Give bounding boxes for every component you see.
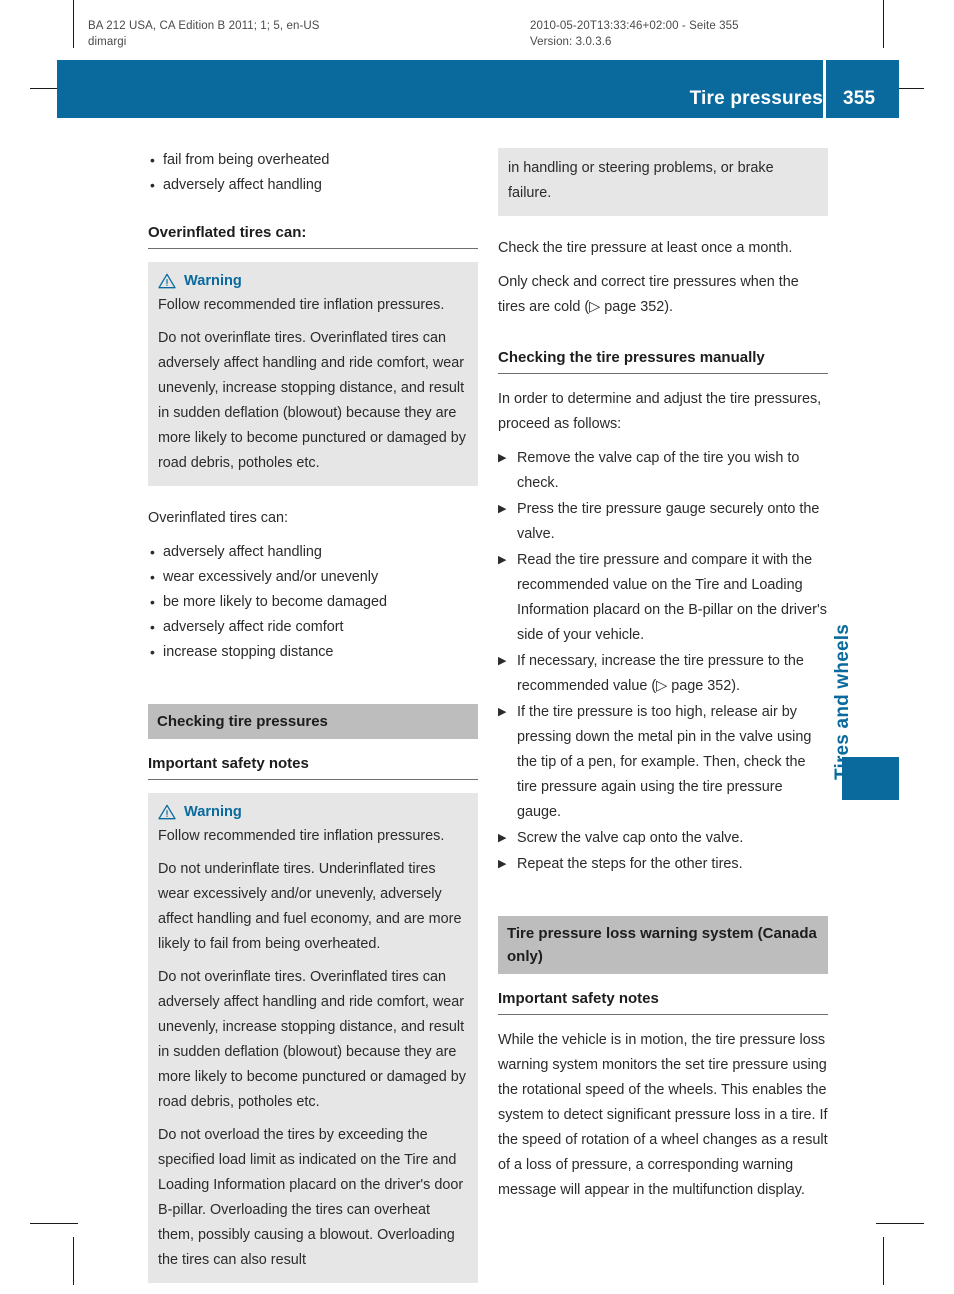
chapter-tab-marker xyxy=(842,757,899,800)
warning-paragraph: Do not underinflate tires. Underinflated… xyxy=(158,861,462,952)
list-item: wear excessively and/or unevenly xyxy=(148,565,478,590)
overinflated-bullet-list: adversely affect handling wear excessive… xyxy=(148,540,478,665)
list-item: Repeat the steps for the other tires. xyxy=(498,852,828,877)
page-title: Tire pressures xyxy=(689,88,823,109)
section-heading-tire-pressure-loss-warning-system: Tire pressure loss warning system (Canad… xyxy=(498,916,828,974)
print-meta-edition: BA 212 USA, CA Edition B 2011; 1; 5, en-… xyxy=(88,20,320,32)
crop-mark-bottom-left-horizontal xyxy=(30,1223,78,1224)
warning-title: Warning xyxy=(184,804,242,820)
body-paragraph: While the vehicle is in motion, the tire… xyxy=(498,1032,828,1198)
warning-box-overinflated: Warning Follow recommended tire inflatio… xyxy=(148,262,478,486)
warning-paragraph: Follow recommended tire inflation pressu… xyxy=(158,297,445,313)
list-item: Screw the valve cap onto the valve. xyxy=(498,826,828,851)
sub-heading-checking-manually: Checking the tire pressures manually xyxy=(498,345,828,374)
list-item: Read the tire pressure and compare it wi… xyxy=(498,548,828,648)
header-separator xyxy=(823,60,826,118)
crop-mark-top-right-vertical xyxy=(883,0,884,48)
crop-mark-bottom-right-horizontal xyxy=(876,1223,924,1224)
list-item: Remove the valve cap of the tire you wis… xyxy=(498,446,828,496)
list-item: If the tire pressure is too high, releas… xyxy=(498,700,828,825)
sub-heading-important-safety-notes: Important safety notes xyxy=(148,751,478,780)
top-bullet-list: fail from being overheated adversely aff… xyxy=(148,148,478,198)
crop-mark-top-left-vertical xyxy=(73,0,74,48)
page-number: 355 xyxy=(843,88,876,109)
intro-paragraph: Only check and correct tire pressures wh… xyxy=(498,274,799,315)
warning-header: Warning xyxy=(158,270,468,292)
warning-paragraph: Do not overinflate tires. Overinflated t… xyxy=(158,969,466,1110)
warning-box-underinflated: Warning Follow recommended tire inflatio… xyxy=(148,793,478,1283)
section-heading-checking-tire-pressures: Checking tire pressures xyxy=(148,704,478,739)
list-item: If necessary, increase the tire pressure… xyxy=(498,649,828,699)
print-meta-right: 2010-05-20T13:33:46+02:00 - Seite 355 Ve… xyxy=(530,18,739,50)
overinflated-heading: Overinflated tires can: xyxy=(148,220,478,249)
list-item: Press the tire pressure gauge securely o… xyxy=(498,497,828,547)
crop-mark-bottom-right-vertical xyxy=(883,1237,884,1285)
chapter-label: Tires and wheels xyxy=(832,624,853,780)
list-item: fail from being overheated xyxy=(148,148,478,173)
warning-paragraph: Follow recommended tire inflation pressu… xyxy=(158,828,445,844)
right-column: in handling or steering problems, or bra… xyxy=(498,148,828,1212)
warning-header: Warning xyxy=(158,801,468,823)
print-meta-version: Version: 3.0.3.6 xyxy=(530,36,612,48)
list-item: adversely affect handling xyxy=(148,173,478,198)
manual-intro: In order to determine and adjust the tir… xyxy=(498,391,822,432)
crop-mark-bottom-left-vertical xyxy=(73,1237,74,1285)
intro-paragraph: Check the tire pressure at least once a … xyxy=(498,240,793,256)
warning-box-continuation: in handling or steering problems, or bra… xyxy=(498,148,828,216)
print-meta-timestamp: 2010-05-20T13:33:46+02:00 - Seite 355 xyxy=(530,20,739,32)
warning-title: Warning xyxy=(184,273,242,289)
warning-triangle-icon xyxy=(158,273,176,289)
warning-paragraph: Do not overload the tires by exceeding t… xyxy=(158,1127,464,1268)
manual-steps-list: Remove the valve cap of the tire you wis… xyxy=(498,446,828,877)
warning-paragraph: in handling or steering problems, or bra… xyxy=(508,160,774,201)
print-meta-user: dimargi xyxy=(88,36,127,48)
list-item: increase stopping distance xyxy=(148,640,478,665)
print-meta-left: BA 212 USA, CA Edition B 2011; 1; 5, en-… xyxy=(88,18,320,50)
overinflated-intro: Overinflated tires can: xyxy=(148,510,288,526)
list-item: be more likely to become damaged xyxy=(148,590,478,615)
list-item: adversely affect handling xyxy=(148,540,478,565)
warning-triangle-icon xyxy=(158,804,176,820)
list-item: adversely affect ride comfort xyxy=(148,615,478,640)
left-column: fail from being overheated adversely aff… xyxy=(148,148,478,1294)
sub-heading-important-safety-notes: Important safety notes xyxy=(498,986,828,1015)
warning-paragraph: Do not overinflate tires. Overinflated t… xyxy=(158,330,466,471)
